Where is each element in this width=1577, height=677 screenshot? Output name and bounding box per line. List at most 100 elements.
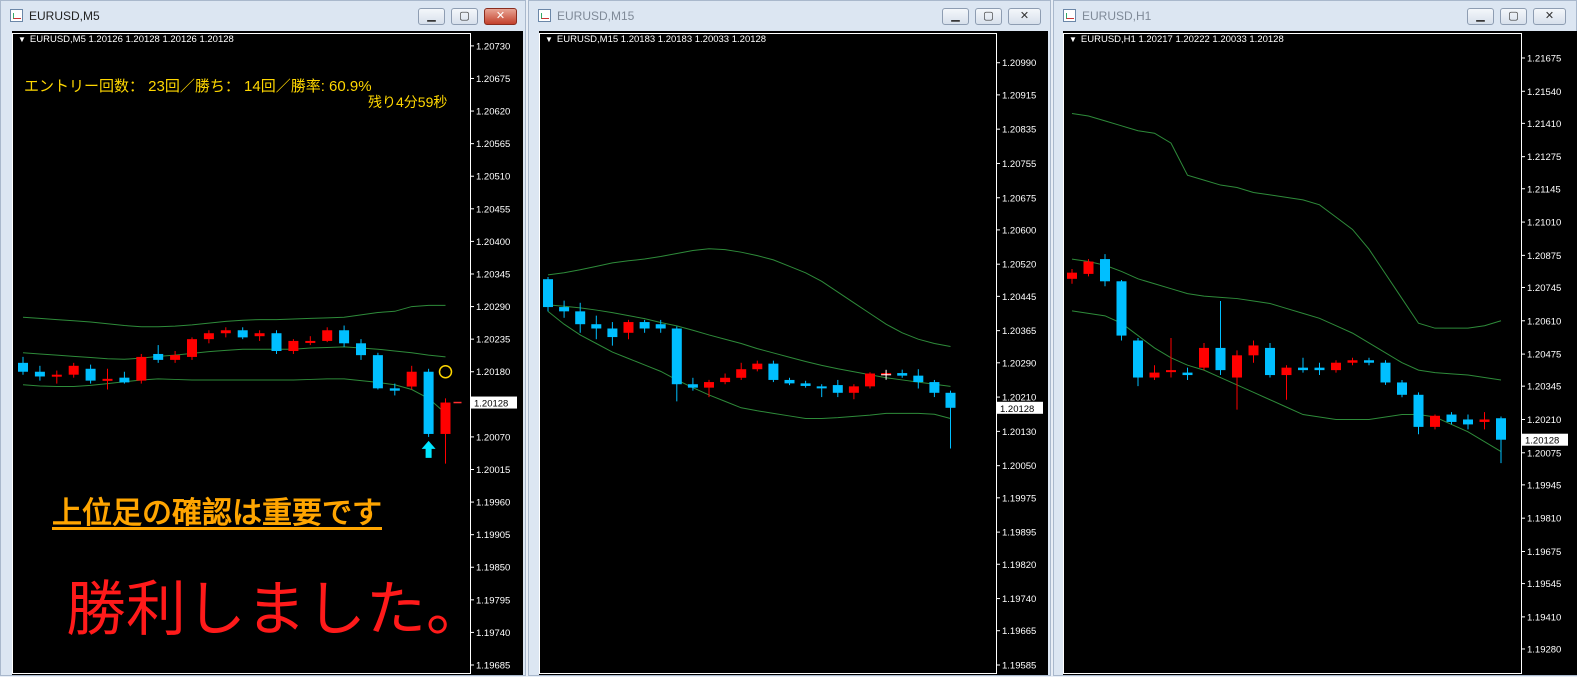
candle-body xyxy=(423,371,434,434)
chart-area[interactable]: 1.20730 1.20675 1.20620 1.20565 1.20510 1.204… xyxy=(12,31,523,675)
chevron-down-icon[interactable]: ▼ xyxy=(18,35,26,44)
candle-body xyxy=(1083,261,1094,274)
symbol-header: ▼ EURUSD,M15 1.20183 1.20183 1.20033 1.20… xyxy=(545,34,766,45)
candle-body xyxy=(356,343,366,356)
axis-tick-label: 1.20070 xyxy=(476,432,510,443)
chart-window-m15[interactable]: EURUSD,M15 ▁ ▢ ✕ 1.20990 1.20915 1.20835 1.… xyxy=(528,0,1051,676)
chevron-down-icon[interactable]: ▼ xyxy=(1069,35,1077,44)
candle-body xyxy=(1199,347,1209,368)
chart-area[interactable]: 1.20990 1.20915 1.20835 1.20755 1.20675 1.206… xyxy=(539,31,1048,675)
current-price-label: 1.20128 xyxy=(474,399,508,410)
candle-body xyxy=(153,353,164,360)
candle-body xyxy=(1347,360,1358,363)
candle-body xyxy=(187,339,197,357)
title-bar[interactable]: EURUSD,M5 ▁ ▢ ✕ xyxy=(1,1,525,31)
chart-canvas: 1.21675 1.21540 1.21410 1.21275 1.21145 1.210… xyxy=(1063,33,1568,674)
candle-body xyxy=(1133,340,1143,378)
chart-window-h1[interactable]: EURUSD,H1 ▁ ▢ ✕ 1.21675 1.21540 1.21410 1.2… xyxy=(1053,0,1577,676)
chart-area[interactable]: 1.21675 1.21540 1.21410 1.21275 1.21145 1.210… xyxy=(1063,31,1577,675)
candle-body xyxy=(784,379,795,384)
axis-tick-label: 1.19665 xyxy=(1002,626,1036,637)
close-button[interactable]: ✕ xyxy=(484,8,517,25)
candle-body xyxy=(1479,419,1490,422)
candle-body xyxy=(1446,414,1457,422)
axis-tick-label: 1.20365 xyxy=(1002,326,1036,337)
candle-body xyxy=(18,362,28,372)
candle-body xyxy=(102,378,113,381)
candle-body xyxy=(1331,362,1341,371)
candle-body xyxy=(639,322,650,329)
axis-tick-label: 1.19685 xyxy=(476,661,510,672)
candle-body xyxy=(1182,372,1193,376)
candle-body xyxy=(1166,370,1176,373)
axis-tick-label: 1.20745 xyxy=(1527,283,1561,294)
axis-tick-label: 1.20050 xyxy=(1002,461,1036,472)
candle-body xyxy=(170,355,181,360)
title-bar[interactable]: EURUSD,H1 ▁ ▢ ✕ xyxy=(1054,1,1576,31)
axis-tick-label: 1.20565 xyxy=(476,139,510,150)
current-price-label: 1.20128 xyxy=(1000,404,1034,415)
candle-body xyxy=(848,386,859,393)
candle-body xyxy=(655,324,666,329)
axis-tick-label: 1.20290 xyxy=(1002,358,1036,369)
entry-stats-text: エントリー回数： 23回／勝ち： 14回／勝率: 60.9% xyxy=(24,78,372,95)
current-price-label: 1.20128 xyxy=(1525,436,1559,447)
title-bar[interactable]: EURUSD,M15 ▁ ▢ ✕ xyxy=(529,1,1050,31)
axis-tick-label: 1.20730 xyxy=(476,41,510,52)
maximize-button[interactable]: ▢ xyxy=(1500,8,1527,25)
axis-tick-label: 1.20475 xyxy=(1527,350,1561,361)
result-circle-icon xyxy=(438,364,453,379)
axis-tick-label: 1.21675 xyxy=(1527,53,1561,64)
symbol-header: ▼ EURUSD,M5 1.20126 1.20128 1.20126 1.201… xyxy=(18,34,234,45)
chart-window-icon xyxy=(1063,9,1076,22)
candle-body xyxy=(1397,382,1407,395)
candle-body xyxy=(1116,281,1127,336)
minimize-button[interactable]: ▁ xyxy=(1467,8,1494,25)
candle-body xyxy=(1413,394,1424,427)
candle-body xyxy=(34,371,45,377)
candle-body xyxy=(1149,372,1160,378)
candle-body xyxy=(322,330,333,341)
candle-body xyxy=(1281,367,1292,376)
candle-body xyxy=(929,382,940,393)
candle-body xyxy=(389,388,400,391)
axis-tick-label: 1.19585 xyxy=(1002,661,1036,672)
axis-tick-label: 1.20345 xyxy=(1527,382,1561,393)
candle-body xyxy=(1215,347,1226,371)
axis-tick-label: 1.20290 xyxy=(476,302,510,313)
minimize-button[interactable]: ▁ xyxy=(942,8,969,25)
candle-body xyxy=(768,363,779,380)
bar-timer-text: 残り4分59秒 xyxy=(368,94,448,110)
candle-body xyxy=(720,377,731,383)
maximize-button[interactable]: ▢ xyxy=(451,8,478,25)
candle-body xyxy=(687,384,698,388)
candle-body xyxy=(339,330,350,344)
axis-tick-label: 1.19945 xyxy=(1527,480,1561,491)
axis-tick-label: 1.20075 xyxy=(1527,448,1561,459)
candle-body xyxy=(203,333,214,340)
plot-frame xyxy=(539,33,997,674)
axis-tick-label: 1.20675 xyxy=(476,74,510,85)
chart-window-m5[interactable]: EURUSD,M5 ▁ ▢ ✕ 1.20730 1.20675 1.20620 1.2… xyxy=(0,0,526,676)
axis-tick-label: 1.20400 xyxy=(476,237,510,248)
axis-tick-label: 1.19810 xyxy=(1527,514,1561,525)
axis-tick-label: 1.19410 xyxy=(1527,612,1561,623)
candle-body xyxy=(254,333,265,337)
axis-tick-label: 1.20445 xyxy=(1002,292,1036,303)
candle-body xyxy=(288,340,299,351)
chevron-down-icon[interactable]: ▼ xyxy=(545,35,553,44)
close-button[interactable]: ✕ xyxy=(1008,8,1041,25)
candle-body xyxy=(237,330,248,338)
symbol-header-text: EURUSD,M15 1.20183 1.20183 1.20033 1.201… xyxy=(556,34,767,45)
candle-body xyxy=(136,356,147,381)
maximize-button[interactable]: ▢ xyxy=(975,8,1002,25)
axis-tick-label: 1.20875 xyxy=(1527,251,1561,262)
axis-tick-label: 1.20345 xyxy=(476,269,510,280)
candle-body xyxy=(800,383,811,386)
axis-tick-label: 1.19675 xyxy=(1527,547,1561,558)
minimize-button[interactable]: ▁ xyxy=(418,8,445,25)
close-button[interactable]: ✕ xyxy=(1533,8,1566,25)
axis-tick-label: 1.19280 xyxy=(1527,644,1561,655)
axis-tick-label: 1.20620 xyxy=(476,107,510,118)
candle-body xyxy=(1463,419,1473,425)
